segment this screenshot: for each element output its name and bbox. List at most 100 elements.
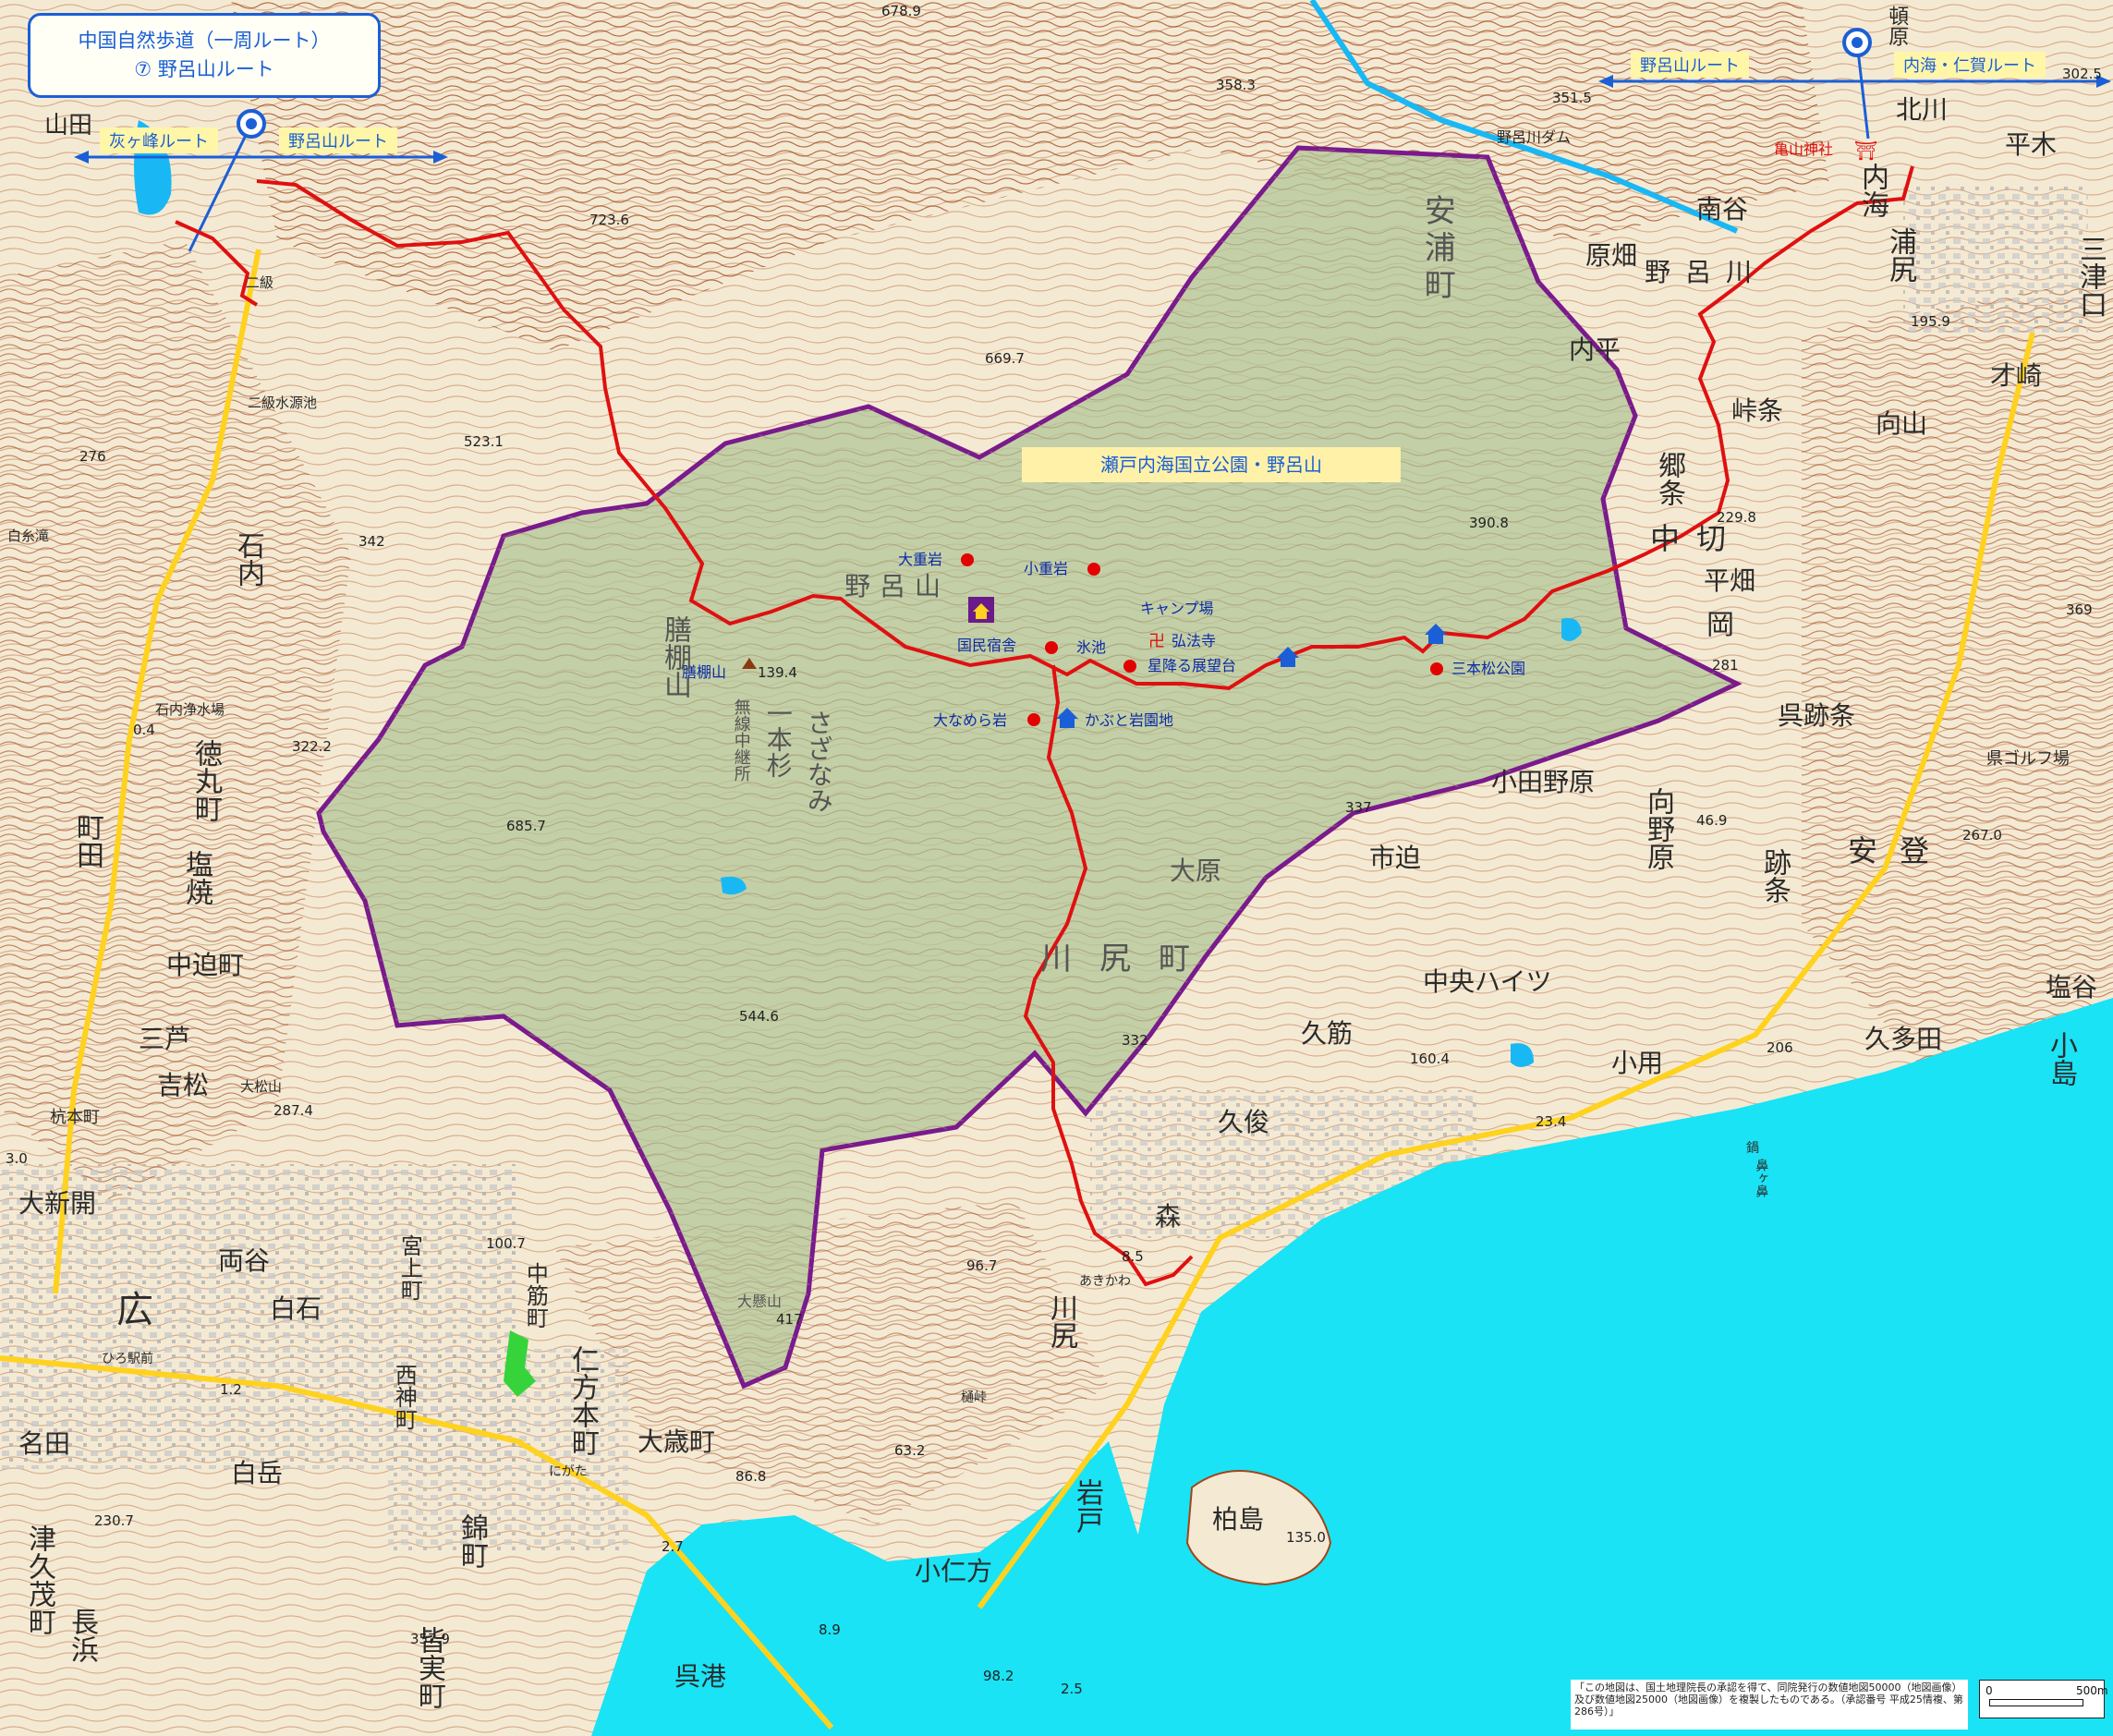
elev-25: 267.0 [1962, 827, 2002, 844]
place-7: 中迫町 [166, 950, 245, 980]
place-35: 市迫 [1369, 843, 1422, 873]
scale-label: 500m [2076, 1684, 2108, 1697]
place-32: 久俊 [1218, 1107, 1270, 1137]
place-9: 吉松 [157, 1070, 210, 1100]
place-44: 小島 [2045, 1031, 2077, 1087]
place-22: 津久茂町 [23, 1524, 55, 1635]
mountain-shading-east [1802, 277, 2113, 1090]
elev-6: 302.5 [2062, 66, 2102, 82]
route-label-haigamine: 灰ヶ峰ルート [100, 127, 218, 153]
place-20: 名田 [18, 1428, 71, 1459]
place-2: 石内 [232, 531, 264, 587]
kameyama-shrine-icon: ⛩ [1854, 140, 1877, 162]
kokumin-shukusha-label: 国民宿舎 [957, 637, 1017, 654]
scale-bar-box: 0 500m [1979, 1680, 2108, 1718]
route-start-marker-right[interactable] [1842, 28, 1872, 57]
kobo-ji-temple-icon: 卍 [1148, 632, 1165, 651]
elev-2: 669.7 [985, 350, 1025, 367]
place-46: 岡 [1701, 610, 1733, 637]
place-61: 北川 [1896, 94, 1949, 125]
koshigeiwa-marker[interactable] [1087, 563, 1100, 576]
place-14: 白石 [270, 1293, 322, 1324]
elev-3: 523.1 [464, 433, 504, 450]
elev-26: 23.4 [1536, 1113, 1567, 1130]
sanbonmatsu-label: 三本松公園 [1451, 660, 1526, 677]
elev-18: 332 [1122, 1032, 1148, 1049]
onamera-marker[interactable] [1027, 713, 1040, 726]
place-62: 頓原 [1885, 6, 1909, 46]
place-74: 樋峠 [961, 1390, 987, 1405]
oshigeiwa-marker[interactable] [961, 553, 974, 566]
place-72: 大懸山 [737, 1293, 783, 1310]
scale-bar [1989, 1699, 2083, 1706]
hikeike-label: 氷池 [1076, 638, 1107, 656]
place-67: 野呂山 [844, 571, 951, 601]
elev-30: 86.8 [735, 1468, 767, 1485]
place-75: 鼻ヶ鼻 [1754, 1159, 1769, 1197]
elev-21: 206 [1767, 1039, 1793, 1056]
place-21: 白岳 [231, 1458, 284, 1488]
kabuto-label: かぶと岩園地 [1085, 711, 1174, 729]
place-51: 向山 [1876, 408, 1928, 439]
map-credit: 「この地図は、国土地理院長の承認を得て、同院発行の数値地図50000（地図画像）… [1571, 1680, 1968, 1730]
place-23: 長浜 [66, 1608, 98, 1663]
route-label-noroyama-left: 野呂山ルート [279, 127, 397, 153]
place-80: あきかわ [1079, 1274, 1131, 1289]
place-19: 大歳町 [638, 1426, 716, 1457]
place-56: 野呂川 [1645, 257, 1767, 287]
topographic-map: 卍 ⛩ [0, 0, 2113, 1736]
place-57: 南谷 [1696, 194, 1749, 225]
elev-35: 98.2 [983, 1668, 1014, 1684]
elev-13: 322.2 [292, 738, 332, 755]
place-69: 一本杉 [762, 700, 794, 778]
park-name-label: 瀬戸内海国立公園・野呂山 [1022, 447, 1401, 482]
elev-16: 287.4 [273, 1102, 313, 1119]
place-11: 大新開 [18, 1188, 97, 1219]
place-73: 白糸滝 [7, 528, 50, 544]
elev-28: 96.7 [966, 1257, 998, 1274]
place-70: 無線中継所 [731, 698, 751, 782]
camp-label: キャンプ場 [1140, 600, 1214, 617]
elev-33: 357.9 [410, 1631, 450, 1647]
hoshifuru-marker[interactable] [1123, 660, 1136, 673]
place-26: 呉港 [674, 1661, 727, 1692]
scale-zero: 0 [1985, 1684, 1993, 1697]
place-4: 徳丸町 [189, 739, 222, 822]
elev-37: 2.5 [1061, 1681, 1083, 1697]
place-24: 錦町 [455, 1513, 488, 1569]
elev-5: 351.5 [1552, 90, 1592, 106]
elev-23: 46.9 [1696, 812, 1728, 829]
place-34: 中央ハイツ [1423, 966, 1552, 997]
place-71: さざなみ [803, 710, 834, 813]
map-title-line1: 中国自然歩道（一周ルート） [78, 30, 331, 52]
lodge-icon[interactable] [968, 597, 994, 623]
oshigeiwa-label: 大重岩 [898, 551, 943, 568]
elev-34: 230.7 [94, 1512, 134, 1529]
place-41: 県ゴルフ場 [1986, 749, 2070, 769]
place-6: 塩焼 [180, 850, 213, 905]
place-29: 柏島 [1212, 1504, 1265, 1535]
route-label-noroyama-right: 野呂山ルート [1631, 52, 1749, 78]
map-title-box: 中国自然歩道（一周ルート） ⑦ 野呂山ルート [28, 13, 381, 98]
hoshifuru-label: 星降る展望台 [1148, 657, 1237, 674]
route-start-marker-left[interactable] [237, 109, 266, 139]
elev-12: 342 [358, 533, 385, 550]
elev-22: 337 [1345, 799, 1372, 816]
place-79: にがた [549, 1464, 588, 1479]
elev-7: 195.9 [1911, 313, 1950, 330]
place-15: 宮上町 [396, 1234, 423, 1301]
elev-10: 281 [1712, 657, 1739, 674]
sanbonmatsu-marker[interactable] [1430, 662, 1443, 675]
place-81: 鍋 [1746, 1141, 1759, 1156]
elev-20: 160.4 [1410, 1050, 1450, 1067]
place-38: 跡条 [1758, 848, 1791, 904]
place-27: 小仁方 [915, 1556, 993, 1586]
place-40: 呉跡条 [1778, 700, 1856, 731]
elev-38: 2.7 [662, 1538, 684, 1555]
elev-0: 678.9 [881, 3, 921, 19]
hikeike-marker[interactable] [1045, 641, 1058, 654]
place-76: 大松山 [240, 1078, 283, 1095]
place-16: 中筋町 [522, 1262, 549, 1329]
elev-8: 390.8 [1469, 515, 1509, 531]
place-58: 内海 [1856, 163, 1888, 218]
